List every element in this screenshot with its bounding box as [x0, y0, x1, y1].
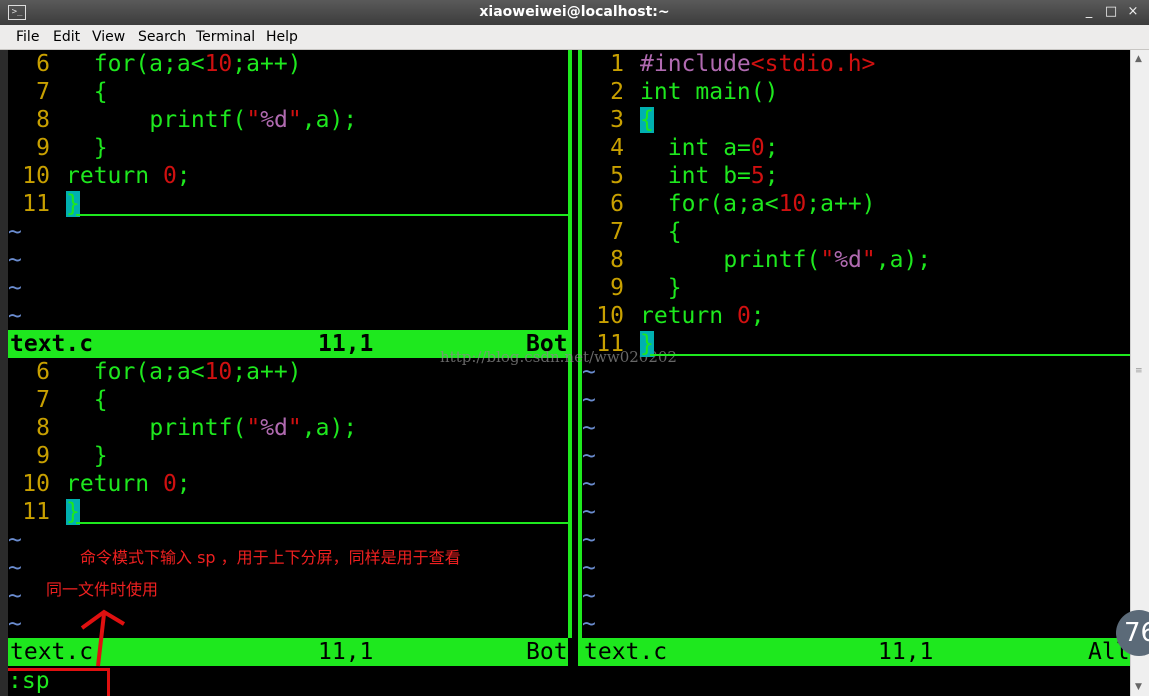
close-button[interactable]: × [1124, 3, 1142, 21]
code-line: } [667, 275, 682, 301]
code-line: int main() [640, 79, 779, 105]
minimize-button[interactable]: _ [1080, 3, 1098, 21]
empty-line-tilde: ~ [582, 555, 596, 581]
code-line: return 0; [66, 471, 191, 497]
code-line: int a=0; [667, 135, 779, 161]
code-line: int b=5; [667, 163, 779, 189]
line-number: 4 [610, 135, 624, 161]
empty-line-tilde: ~ [582, 359, 596, 385]
line-number: 8 [36, 415, 50, 441]
empty-line-tilde: ~ [8, 275, 22, 301]
code-line: return 0; [640, 303, 765, 329]
code-line: return 0; [66, 163, 191, 189]
line-number: 10 [596, 303, 624, 329]
line-number: 6 [610, 191, 624, 217]
annotation-arrow-icon [80, 609, 126, 667]
line-number: 7 [36, 79, 50, 105]
cursorline-underline [76, 522, 568, 524]
empty-line-tilde: ~ [582, 387, 596, 413]
scroll-grip-icon[interactable]: ≡ [1135, 366, 1143, 376]
empty-line-tilde: ~ [582, 471, 596, 497]
status-position: 11,1 [878, 639, 934, 665]
line-number: 11 [22, 191, 50, 217]
code-line: { [93, 79, 108, 105]
status-bar-right: text.c 11,1 All [582, 638, 1130, 666]
line-number: 8 [610, 247, 624, 273]
empty-line-tilde: ~ [582, 527, 596, 553]
line-number: 9 [36, 443, 50, 469]
cursorline-underline [76, 214, 568, 216]
line-number: 10 [22, 471, 50, 497]
empty-line-tilde: ~ [582, 415, 596, 441]
menu-help[interactable]: Help [266, 29, 298, 45]
code-line: { [667, 219, 682, 245]
line-number: 10 [22, 163, 50, 189]
code-line: for(a;a<10;a++) [93, 359, 302, 385]
status-scroll: Bot [526, 639, 568, 665]
status-position: 11,1 [318, 331, 374, 357]
line-number: 9 [610, 275, 624, 301]
empty-line-tilde: ~ [582, 499, 596, 525]
menu-view[interactable]: View [92, 29, 125, 45]
empty-line-tilde: ~ [8, 303, 22, 329]
status-filename: text.c [10, 331, 94, 357]
annotation-text-line1: 命令模式下输入 sp ，用于上下分屏，同样是用于查看 [80, 548, 461, 567]
code-line: printf("%d",a); [149, 107, 358, 133]
code-line: } [93, 135, 108, 161]
empty-line-tilde: ~ [8, 247, 22, 273]
line-number: 11 [22, 499, 50, 525]
cursor: { [640, 107, 654, 133]
line-number: 3 [610, 107, 624, 133]
vertical-scrollbar[interactable]: ▲ ≡ ▼ [1130, 50, 1149, 696]
cursorline-underline [650, 354, 1130, 356]
window-title: xiaoweiwei@localhost:~ [479, 4, 670, 20]
scroll-up-arrow-icon[interactable]: ▲ [1135, 54, 1142, 64]
line-number: 2 [610, 79, 624, 105]
empty-line-tilde: ~ [8, 219, 22, 245]
terminal-area[interactable]: text.c 11,1 Bot text.c 11,1 Bot text.c 1… [8, 50, 1130, 696]
empty-line-tilde: ~ [582, 583, 596, 609]
menu-bar: File Edit View Search Terminal Help [0, 25, 1149, 50]
menu-search[interactable]: Search [138, 29, 186, 45]
vsep-gap [572, 50, 578, 638]
status-filename: text.c [584, 639, 668, 665]
line-number: 9 [36, 135, 50, 161]
empty-line-tilde: ~ [8, 583, 22, 609]
scroll-down-arrow-icon[interactable]: ▼ [1135, 682, 1142, 692]
code-line: printf("%d",a); [149, 415, 358, 441]
empty-line-tilde: ~ [582, 443, 596, 469]
line-number: 6 [36, 51, 50, 77]
line-number: 5 [610, 163, 624, 189]
code-line: { [640, 106, 654, 134]
annotation-highlight-box [8, 668, 110, 696]
code-line: for(a;a<10;a++) [93, 51, 302, 77]
empty-line-tilde: ~ [8, 527, 22, 553]
line-number: 7 [610, 219, 624, 245]
empty-line-tilde: ~ [8, 611, 22, 637]
line-number: 8 [36, 107, 50, 133]
line-number: 11 [596, 331, 624, 357]
line-number: 6 [36, 359, 50, 385]
code-line: printf("%d",a); [723, 247, 932, 273]
empty-line-tilde: ~ [8, 555, 22, 581]
annotation-text-line2: 同一文件时使用 [46, 580, 159, 599]
code-line: } [93, 443, 108, 469]
menu-file[interactable]: File [16, 29, 39, 45]
line-number: 7 [36, 387, 50, 413]
maximize-button[interactable]: □ [1102, 3, 1120, 21]
empty-line-tilde: ~ [582, 611, 596, 637]
menu-terminal[interactable]: Terminal [196, 29, 255, 45]
line-number: 1 [610, 51, 624, 77]
code-line: { [93, 387, 108, 413]
code-line: #include<stdio.h> [640, 51, 876, 77]
window-titlebar: >_ xiaoweiwei@localhost:~ _ □ × [0, 0, 1149, 25]
menu-edit[interactable]: Edit [53, 29, 80, 45]
status-position: 11,1 [318, 639, 374, 665]
code-line: for(a;a<10;a++) [667, 191, 876, 217]
